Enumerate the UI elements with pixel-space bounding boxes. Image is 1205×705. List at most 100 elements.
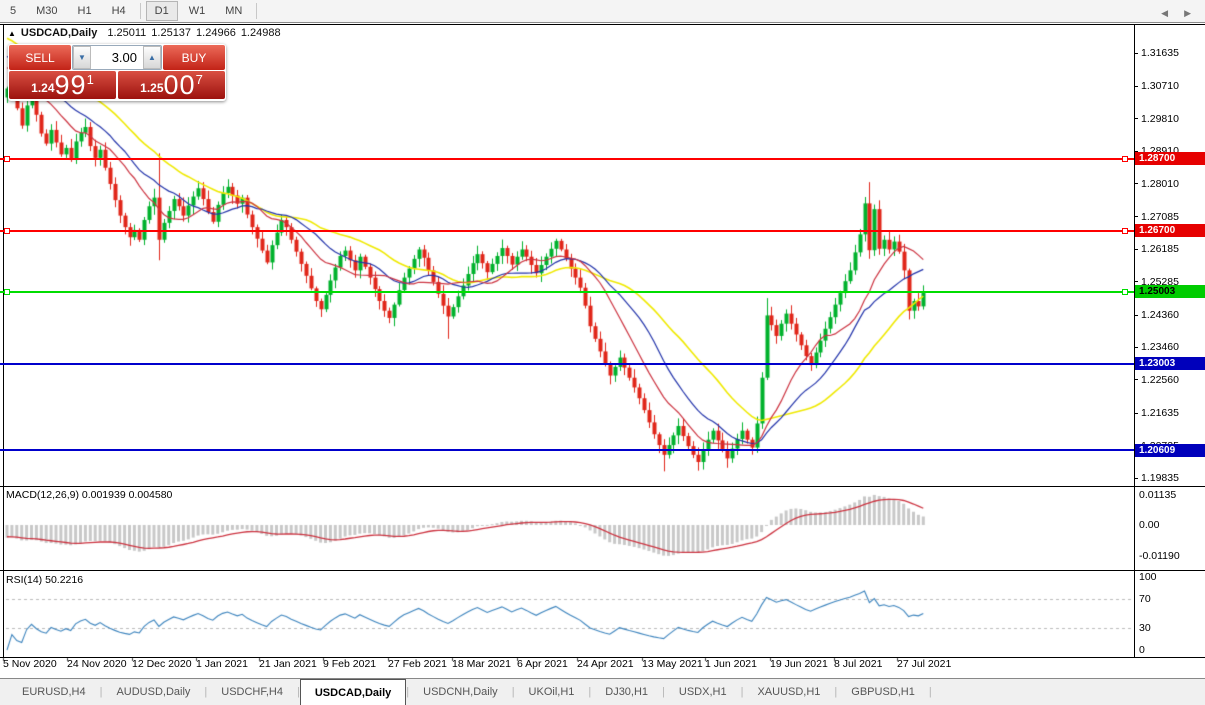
buy-price-sup: 7 [196, 72, 203, 87]
price-tick [1134, 249, 1138, 250]
symbol-tab-ukoil[interactable]: UKOil,H1 [515, 679, 589, 705]
buy-price-quote[interactable]: 1.25007 [118, 71, 225, 99]
line-anchor-handle[interactable] [1122, 289, 1128, 295]
toolbar-separator [140, 3, 141, 19]
price-tick-label: 1.29810 [1141, 113, 1179, 125]
collapse-panel-icon[interactable]: ▲ [8, 29, 16, 38]
sell-button[interactable]: SELL [9, 45, 71, 70]
symbol-tab-usdchf[interactable]: USDCHF,H4 [207, 679, 297, 705]
time-axis-label: 18 Mar 2021 [452, 658, 511, 670]
time-axis-label: 27 Feb 2021 [388, 658, 447, 670]
symbol-tab-usdcnh[interactable]: USDCNH,Daily [409, 679, 512, 705]
price-tick [1134, 347, 1138, 348]
time-axis-label: 27 Jul 2021 [897, 658, 951, 670]
time-axis-label: 21 Jan 2021 [259, 658, 317, 670]
ohlc-open: 1.25011 [107, 27, 146, 39]
time-axis-label: 19 Jun 2021 [770, 658, 828, 670]
chart-area: ▲ USDCAD,Daily 1.25011 1.25137 1.24966 1… [0, 24, 1205, 678]
price-tick-label: 1.21635 [1141, 407, 1179, 419]
price-tick [1134, 413, 1138, 414]
symbol-tab-eurusd[interactable]: EURUSD,H4 [8, 679, 100, 705]
timeframe-button-h4[interactable]: H4 [103, 1, 135, 21]
sell-price-prefix: 1.24 [31, 81, 54, 95]
line-anchor-handle[interactable] [4, 156, 10, 162]
price-tick [1134, 183, 1138, 184]
macd-axis-label: -0.01190 [1139, 550, 1180, 562]
price-tick [1134, 315, 1138, 316]
sell-price-sup: 1 [87, 72, 94, 87]
time-axis-label: 6 Apr 2021 [517, 658, 568, 670]
horizontal-level-line-1.25003[interactable] [0, 291, 1134, 293]
ohlc-low: 1.24966 [196, 27, 236, 39]
price-tick [1134, 86, 1138, 87]
time-axis-label: 9 Feb 2021 [323, 658, 376, 670]
price-tick-label: 1.31635 [1141, 47, 1179, 59]
price-tick-label: 1.27085 [1141, 211, 1179, 223]
rsi-indicator-label: RSI(14) 50.2216 [6, 574, 83, 586]
ohlc-close: 1.24988 [241, 27, 281, 39]
symbol-tab-bar: EURUSD,H4|AUDUSD,Daily|USDCHF,H4|USDCAD,… [0, 678, 1205, 705]
timeframe-button-m30[interactable]: M30 [27, 1, 66, 21]
line-anchor-handle[interactable] [4, 289, 10, 295]
buy-button[interactable]: BUY [163, 45, 225, 70]
time-axis-label: 8 Jul 2021 [834, 658, 882, 670]
macd-indicator-label: MACD(12,26,9) 0.001939 0.004580 [6, 489, 172, 501]
line-anchor-handle[interactable] [1122, 228, 1128, 234]
horizontal-level-line-1.20609[interactable] [0, 449, 1134, 451]
tab-separator: | [929, 686, 932, 698]
chart-border-top [0, 24, 1205, 25]
time-axis-label: 13 May 2021 [642, 658, 703, 670]
tab-scroll-right-icon[interactable]: ▶ [1184, 8, 1191, 19]
chart-border-left [3, 24, 4, 657]
volume-decrease-icon[interactable]: ▼ [73, 46, 91, 69]
tab-scroll-left-icon[interactable]: ◀ [1161, 8, 1168, 19]
rsi-pane-separator[interactable] [0, 570, 1205, 571]
timeframe-button-d1[interactable]: D1 [146, 1, 178, 21]
time-axis-label: 24 Nov 2020 [67, 658, 127, 670]
price-level-badge: 1.28700 [1135, 152, 1205, 165]
price-tick-label: 1.19835 [1141, 472, 1179, 484]
price-level-badge: 1.20609 [1135, 444, 1205, 457]
price-tick [1134, 118, 1138, 119]
timeframe-button-h1[interactable]: H1 [69, 1, 101, 21]
horizontal-level-line-1.23003[interactable] [0, 363, 1134, 365]
timeframe-button-w1[interactable]: W1 [180, 1, 215, 21]
macd-pane-separator[interactable] [0, 486, 1205, 487]
chart-canvas[interactable] [0, 24, 1205, 678]
volume-field[interactable]: 3.00 [91, 46, 143, 69]
timeframe-button-5[interactable]: 5 [1, 1, 25, 21]
buy-price-big: 00 [164, 72, 196, 98]
macd-axis-label: 0.01135 [1139, 489, 1176, 501]
price-tick-label: 1.22560 [1141, 374, 1179, 386]
volume-increase-icon[interactable]: ▲ [143, 46, 161, 69]
symbol-tab-usdcad[interactable]: USDCAD,Daily [300, 679, 406, 705]
one-click-trading-panel: SELL ▼ 3.00 ▲ BUY 1.24991 1.25007 [8, 44, 226, 101]
price-tick [1134, 478, 1138, 479]
sell-price-big: 99 [55, 72, 87, 98]
symbol-tab-xauusd[interactable]: XAUUSD,H1 [743, 679, 834, 705]
timeframe-toolbar: 5M30H1H4 D1W1MN [0, 0, 1205, 23]
buy-price-prefix: 1.25 [140, 81, 163, 95]
trading-terminal-window: 5M30H1H4 D1W1MN ▲ USDCAD,Daily 1.25011 1.… [0, 0, 1205, 705]
time-axis-label: 12 Dec 2020 [132, 658, 192, 670]
line-anchor-handle[interactable] [1122, 156, 1128, 162]
price-level-badge: 1.26700 [1135, 224, 1205, 237]
price-tick-label: 1.30710 [1141, 80, 1179, 92]
line-anchor-handle[interactable] [4, 228, 10, 234]
horizontal-level-line-1.28700[interactable] [0, 158, 1134, 160]
symbol-tab-audusd[interactable]: AUDUSD,Daily [102, 679, 204, 705]
symbol-tab-usdx[interactable]: USDX,H1 [665, 679, 741, 705]
time-axis-label: 5 Nov 2020 [3, 658, 57, 670]
rsi-axis-label: 0 [1139, 644, 1145, 656]
price-level-badge: 1.25003 [1135, 285, 1205, 298]
horizontal-level-line-1.26700[interactable] [0, 230, 1134, 232]
rsi-axis-label: 100 [1139, 571, 1157, 583]
price-tick-label: 1.23460 [1141, 341, 1179, 353]
price-tick [1134, 281, 1138, 282]
sell-price-quote[interactable]: 1.24991 [9, 71, 116, 99]
timeframe-button-mn[interactable]: MN [216, 1, 251, 21]
symbol-tab-gbpusd[interactable]: GBPUSD,H1 [837, 679, 929, 705]
chart-title: ▲ USDCAD,Daily 1.25011 1.25137 1.24966 1… [8, 27, 281, 39]
tab-scroll-arrows: ◀ ▶ [1161, 0, 1191, 27]
symbol-tab-dj30[interactable]: DJ30,H1 [591, 679, 662, 705]
